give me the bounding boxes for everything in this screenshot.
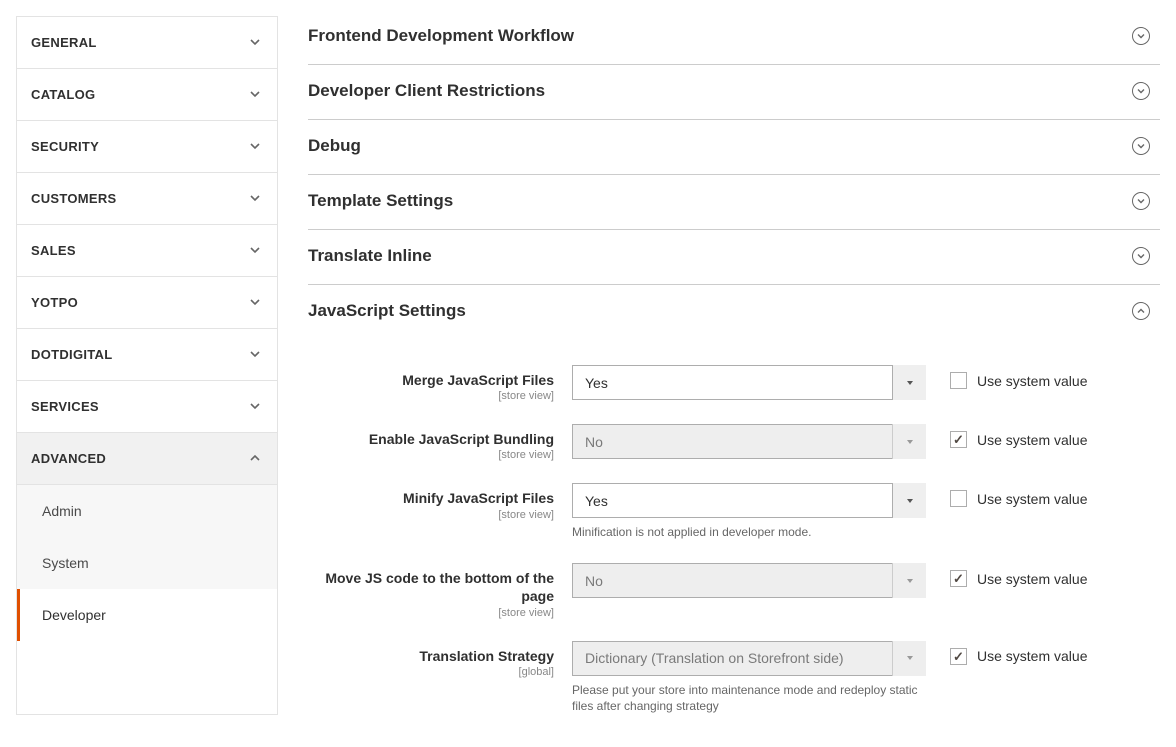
section-title: Translate Inline bbox=[308, 246, 432, 266]
caret-down-icon bbox=[892, 424, 926, 459]
bundling-use-system-checkbox[interactable] bbox=[950, 431, 967, 448]
field-label: Enable JavaScript Bundling bbox=[308, 430, 554, 448]
use-system-label: Use system value bbox=[977, 491, 1087, 507]
sidebar-sub-label: Admin bbox=[42, 503, 82, 519]
javascript-settings-fields: Merge JavaScript Files [store view] Yes … bbox=[308, 339, 1160, 715]
main-content: Frontend Development Workflow Developer … bbox=[278, 16, 1160, 715]
expand-icon bbox=[1132, 247, 1150, 265]
sidebar-item-dotdigital[interactable]: DOTDIGITAL bbox=[17, 329, 277, 381]
section-title: Template Settings bbox=[308, 191, 453, 211]
sidebar-sub-label: Developer bbox=[42, 607, 106, 623]
caret-down-icon bbox=[892, 563, 926, 598]
bundling-select: No bbox=[572, 424, 926, 459]
sidebar-item-advanced[interactable]: ADVANCED bbox=[17, 433, 277, 485]
sidebar-item-label: SERVICES bbox=[31, 399, 99, 414]
collapse-icon bbox=[1132, 302, 1150, 320]
sidebar-item-label: DOTDIGITAL bbox=[31, 347, 112, 362]
sidebar-item-label: YOTPO bbox=[31, 295, 78, 310]
movejs-use-system-checkbox[interactable] bbox=[950, 570, 967, 587]
sidebar-advanced-submenu: Admin System Developer bbox=[17, 485, 277, 641]
field-merge-js: Merge JavaScript Files [store view] Yes … bbox=[308, 365, 1160, 402]
section-title: Debug bbox=[308, 136, 361, 156]
select-value: No bbox=[585, 434, 603, 450]
caret-down-icon bbox=[892, 641, 926, 676]
minify-select[interactable]: Yes bbox=[572, 483, 926, 518]
field-scope: [store view] bbox=[308, 509, 554, 521]
field-scope: [store view] bbox=[308, 449, 554, 461]
sidebar-item-label: CATALOG bbox=[31, 87, 95, 102]
sidebar-item-security[interactable]: SECURITY bbox=[17, 121, 277, 173]
field-scope: [global] bbox=[308, 666, 554, 678]
section-translate-inline[interactable]: Translate Inline bbox=[308, 230, 1160, 285]
section-title: JavaScript Settings bbox=[308, 301, 466, 321]
field-label: Move JS code to the bottom of the page bbox=[308, 569, 554, 605]
section-developer-client-restrictions[interactable]: Developer Client Restrictions bbox=[308, 65, 1160, 120]
field-label: Translation Strategy bbox=[308, 647, 554, 665]
expand-icon bbox=[1132, 82, 1150, 100]
sidebar-item-services[interactable]: SERVICES bbox=[17, 381, 277, 433]
translation-select: Dictionary (Translation on Storefront si… bbox=[572, 641, 926, 676]
chevron-down-icon bbox=[249, 400, 263, 414]
field-translation: Translation Strategy [global] Dictionary… bbox=[308, 641, 1160, 716]
field-scope: [store view] bbox=[308, 607, 554, 619]
section-debug[interactable]: Debug bbox=[308, 120, 1160, 175]
sidebar-item-sales[interactable]: SALES bbox=[17, 225, 277, 277]
use-system-label: Use system value bbox=[977, 648, 1087, 664]
sidebar-item-catalog[interactable]: CATALOG bbox=[17, 69, 277, 121]
sidebar-item-label: SALES bbox=[31, 243, 76, 258]
sidebar-item-label: SECURITY bbox=[31, 139, 99, 154]
movejs-select: No bbox=[572, 563, 926, 598]
chevron-up-icon bbox=[249, 452, 263, 466]
select-value: Dictionary (Translation on Storefront si… bbox=[585, 650, 844, 666]
merge-js-use-system-checkbox[interactable] bbox=[950, 372, 967, 389]
config-sidebar: GENERAL CATALOG SECURITY CUSTOMERS SALES… bbox=[16, 16, 278, 715]
expand-icon bbox=[1132, 192, 1150, 210]
field-label: Minify JavaScript Files bbox=[308, 489, 554, 507]
sidebar-item-general[interactable]: GENERAL bbox=[17, 17, 277, 69]
chevron-down-icon bbox=[249, 296, 263, 310]
caret-down-icon bbox=[892, 483, 926, 518]
chevron-down-icon bbox=[249, 88, 263, 102]
chevron-down-icon bbox=[249, 348, 263, 362]
chevron-down-icon bbox=[249, 244, 263, 258]
chevron-down-icon bbox=[249, 36, 263, 50]
select-value: Yes bbox=[585, 375, 608, 391]
expand-icon bbox=[1132, 27, 1150, 45]
field-movejs: Move JS code to the bottom of the page [… bbox=[308, 563, 1160, 618]
use-system-label: Use system value bbox=[977, 432, 1087, 448]
section-template-settings[interactable]: Template Settings bbox=[308, 175, 1160, 230]
section-title: Developer Client Restrictions bbox=[308, 81, 545, 101]
sidebar-item-label: GENERAL bbox=[31, 35, 97, 50]
sidebar-item-label: CUSTOMERS bbox=[31, 191, 117, 206]
use-system-label: Use system value bbox=[977, 373, 1087, 389]
field-scope: [store view] bbox=[308, 390, 554, 402]
expand-icon bbox=[1132, 137, 1150, 155]
sidebar-item-yotpo[interactable]: YOTPO bbox=[17, 277, 277, 329]
sidebar-sub-system[interactable]: System bbox=[17, 537, 277, 589]
sidebar-sub-developer[interactable]: Developer bbox=[17, 589, 277, 641]
sidebar-item-customers[interactable]: CUSTOMERS bbox=[17, 173, 277, 225]
sidebar-item-label: ADVANCED bbox=[31, 451, 106, 466]
section-frontend-dev-workflow[interactable]: Frontend Development Workflow bbox=[308, 16, 1160, 65]
field-label: Merge JavaScript Files bbox=[308, 371, 554, 389]
field-minify: Minify JavaScript Files [store view] Yes… bbox=[308, 483, 1160, 541]
section-javascript-settings[interactable]: JavaScript Settings bbox=[308, 285, 1160, 339]
minify-use-system-checkbox[interactable] bbox=[950, 490, 967, 507]
chevron-down-icon bbox=[249, 140, 263, 154]
merge-js-select[interactable]: Yes bbox=[572, 365, 926, 400]
translation-use-system-checkbox[interactable] bbox=[950, 648, 967, 665]
select-value: Yes bbox=[585, 493, 608, 509]
translation-note: Please put your store into maintenance m… bbox=[572, 682, 926, 716]
sidebar-sub-admin[interactable]: Admin bbox=[17, 485, 277, 537]
caret-down-icon bbox=[892, 365, 926, 400]
sidebar-sub-label: System bbox=[42, 555, 89, 571]
field-bundling: Enable JavaScript Bundling [store view] … bbox=[308, 424, 1160, 461]
chevron-down-icon bbox=[249, 192, 263, 206]
use-system-label: Use system value bbox=[977, 571, 1087, 587]
section-title: Frontend Development Workflow bbox=[308, 26, 574, 46]
select-value: No bbox=[585, 573, 603, 589]
minify-note: Minification is not applied in developer… bbox=[572, 524, 926, 541]
